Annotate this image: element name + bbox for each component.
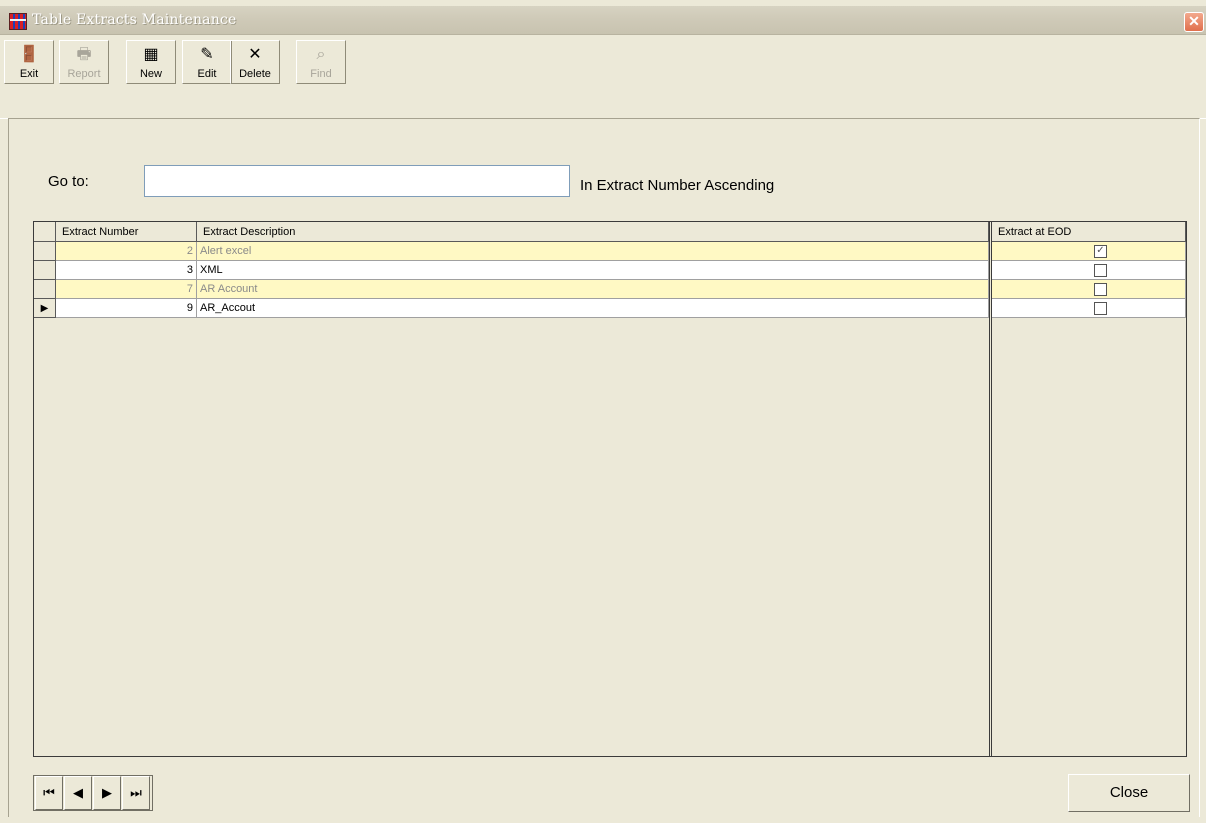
cell-extract-number[interactable]: 9 xyxy=(56,299,197,318)
goto-input[interactable] xyxy=(144,165,570,197)
delete-x-icon: ✕ xyxy=(248,46,262,63)
toolbar-find-button: ⌕ Find xyxy=(296,40,346,84)
window-title: Table Extracts Maintenance xyxy=(32,12,237,28)
cell-extract-description[interactable]: Alert excel xyxy=(197,242,989,261)
cell-extract-description[interactable]: XML xyxy=(197,261,989,280)
next-record-button[interactable]: ▶ xyxy=(93,776,121,810)
binoculars-icon: ⌕ xyxy=(316,46,326,63)
toolbar-button-label: Edit xyxy=(197,68,217,80)
toolbar-button-label: New xyxy=(139,68,162,80)
cell-extract-at-eod xyxy=(992,261,1186,280)
toolbar-button-label: Exit xyxy=(19,68,39,80)
row-selector[interactable] xyxy=(34,261,56,280)
cell-extract-number[interactable]: 2 xyxy=(56,242,197,261)
checkbox-unchecked[interactable] xyxy=(1094,283,1107,296)
cell-extract-number[interactable]: 7 xyxy=(56,280,197,299)
title-bar[interactable]: Table Extracts Maintenance ✕ xyxy=(0,6,1206,35)
toolbar-band xyxy=(0,88,1206,119)
exit-door-icon: 🚪 xyxy=(19,46,39,63)
current-row-arrow-icon[interactable]: ▶ xyxy=(34,299,56,318)
goto-label: Go to: xyxy=(48,173,89,190)
first-record-button[interactable]: ⏮ xyxy=(35,776,63,810)
last-record-button[interactable]: ⏭ xyxy=(122,776,150,810)
toolbar-button-label: Find xyxy=(310,68,332,80)
toolbar-button-label: Report xyxy=(67,68,101,80)
toolbar-exit-button[interactable]: 🚪 Exit xyxy=(4,40,54,84)
toolbar-new-button[interactable]: ▦ New xyxy=(126,40,176,84)
extracts-grid: Extract Number Extract Description Extra… xyxy=(33,221,1187,757)
toolbar-report-button: 🖶 Report xyxy=(59,40,109,84)
cell-extract-at-eod xyxy=(992,299,1186,318)
cell-extract-number[interactable]: 3 xyxy=(56,261,197,280)
new-record-icon: ▦ xyxy=(143,46,159,63)
table-row[interactable]: 3 XML xyxy=(34,261,1186,280)
printer-icon: 🖶 xyxy=(76,46,92,63)
grid-header-selector xyxy=(34,222,56,242)
checkbox-unchecked[interactable] xyxy=(1094,302,1107,315)
table-row[interactable]: 2 Alert excel ✓ xyxy=(34,242,1186,261)
column-header-extract-number[interactable]: Extract Number xyxy=(56,222,197,242)
sort-order-label: In Extract Number Ascending xyxy=(580,177,775,194)
column-header-extract-at-eod[interactable]: Extract at EOD xyxy=(992,222,1186,242)
app-icon xyxy=(9,13,27,30)
cell-extract-at-eod xyxy=(992,280,1186,299)
column-header-extract-description[interactable]: Extract Description xyxy=(197,222,989,242)
checkbox-unchecked[interactable] xyxy=(1094,264,1107,277)
window-close-button[interactable]: ✕ xyxy=(1184,12,1204,32)
cell-extract-description[interactable]: AR_Accout xyxy=(197,299,989,318)
row-selector[interactable] xyxy=(34,242,56,261)
cell-extract-at-eod: ✓ xyxy=(992,242,1186,261)
cell-extract-description[interactable]: AR Account xyxy=(197,280,989,299)
toolbar-edit-button[interactable]: ✎ Edit xyxy=(182,40,232,84)
toolbar-button-label: Delete xyxy=(239,68,271,80)
table-row[interactable]: ▶ 9 AR_Accout xyxy=(34,299,1186,318)
application-window: Table Extracts Maintenance ✕ 🚪 Exit 🖶 Repor… xyxy=(0,0,1206,823)
edit-record-icon: ✎ xyxy=(200,46,214,63)
close-button[interactable]: Close xyxy=(1068,774,1190,812)
row-selector[interactable] xyxy=(34,280,56,299)
previous-record-button[interactable]: ◀ xyxy=(64,776,92,810)
checkbox-checked[interactable]: ✓ xyxy=(1094,245,1107,258)
grid-column-splitter[interactable] xyxy=(989,222,992,756)
table-row[interactable]: 7 AR Account xyxy=(34,280,1186,299)
toolbar-delete-button[interactable]: ✕ Delete xyxy=(230,40,280,84)
